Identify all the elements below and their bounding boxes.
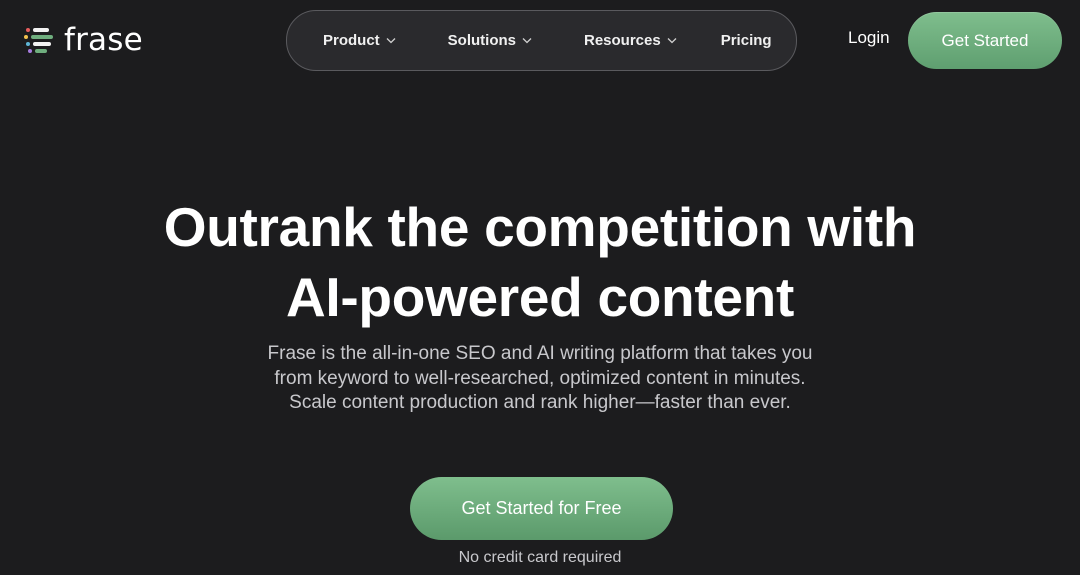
hero-title-line-2: AI-powered content: [286, 266, 794, 328]
chevron-down-icon: [386, 38, 396, 44]
get-started-button[interactable]: Get Started: [908, 12, 1062, 69]
frase-logo[interactable]: frase: [22, 22, 143, 58]
nav-item-resources[interactable]: Resources: [584, 32, 677, 49]
nav-item-label: Solutions: [447, 32, 516, 49]
nav-item-label: Resources: [584, 32, 661, 49]
chevron-down-icon: [522, 38, 532, 44]
hero-subtitle: Frase is the all-in-one SEO and AI writi…: [0, 342, 1080, 416]
main-nav: Product Solutions Resources Pricing: [286, 10, 797, 71]
logo-wordmark: frase: [64, 21, 143, 58]
nav-item-label: Pricing: [720, 32, 772, 49]
hero-subtitle-line-2: from keyword to well-researched, optimiz…: [274, 367, 806, 389]
hero-subtitle-line-3: Scale content production and rank higher…: [289, 392, 791, 413]
nav-item-product[interactable]: Product: [323, 32, 396, 49]
login-link[interactable]: Login: [848, 28, 890, 48]
chevron-down-icon: [667, 38, 677, 44]
nav-item-label: Product: [323, 32, 380, 49]
hero-subtitle-line-1: Frase is the all-in-one SEO and AI writi…: [267, 343, 813, 364]
no-credit-card-note: No credit card required: [458, 549, 622, 566]
frase-logo-icon: [24, 28, 53, 53]
get-started-free-button[interactable]: Get Started for Free: [410, 477, 673, 540]
hero-title-line-1: Outrank the competition with: [163, 196, 917, 258]
hero-title: Outrank the competition with AI-powered …: [0, 192, 1080, 332]
nav-item-solutions[interactable]: Solutions: [448, 32, 532, 49]
nav-item-pricing[interactable]: Pricing: [721, 32, 772, 49]
